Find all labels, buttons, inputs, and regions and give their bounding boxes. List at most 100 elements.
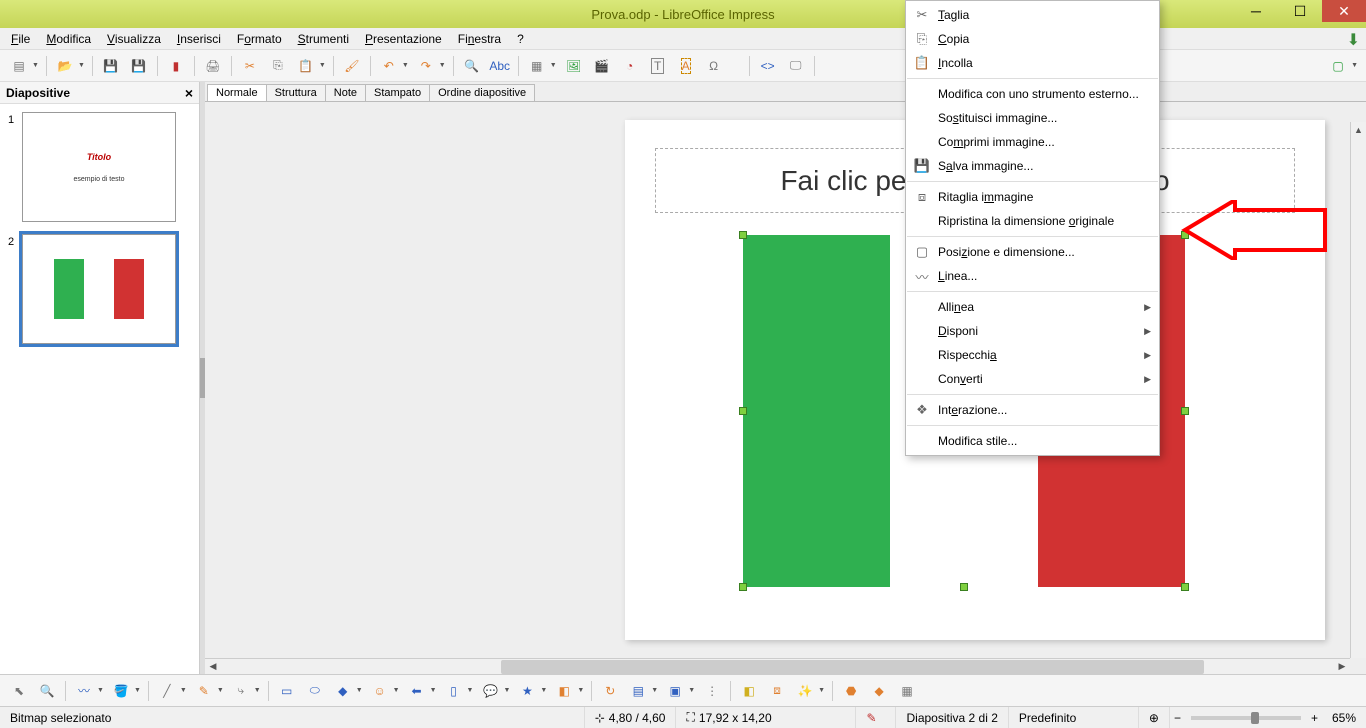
status-fit-button[interactable]: ⊕ [1139,707,1170,728]
ellipse-tool[interactable]: ⬭ [302,678,328,704]
menu-tools[interactable]: Strumenti [291,30,356,48]
ctx-mirror[interactable]: Rispecchia ▶ [906,343,1159,367]
chart-button[interactable]: ◔ [617,53,643,79]
resize-handle-tl[interactable] [739,231,747,239]
ctx-convert[interactable]: Converti ▶ [906,367,1159,391]
new-doc-button[interactable]: ▤ [6,53,32,79]
tab-handout[interactable]: Stampato [365,84,430,101]
ctx-crop-image[interactable]: ⧈ Ritaglia immagine [906,185,1159,209]
spellcheck-button[interactable]: Abc [487,53,513,79]
tab-notes[interactable]: Note [325,84,366,101]
callout-tool[interactable]: 💬 [477,678,503,704]
open-button[interactable]: 📂 [52,53,78,79]
display-button[interactable]: 🖵 [783,53,809,79]
crop-tool[interactable]: ⧈ [764,678,790,704]
ctx-paste[interactable]: 📋 Incolla [906,51,1159,75]
menu-help[interactable]: ? [510,30,531,48]
close-button[interactable]: ✕ [1322,0,1366,22]
ctx-replace-image[interactable]: Sostituisci immagine... [906,106,1159,130]
canvas[interactable]: Fai clic per aggiungere un titolo ▲ [205,102,1366,674]
maximize-button[interactable]: ☐ [1278,0,1322,22]
select-tool[interactable]: ⬉ [6,678,32,704]
menu-view[interactable]: Visualizza [100,30,168,48]
find-button[interactable]: 🔍 [459,53,485,79]
slide-panel-close[interactable]: × [185,85,193,101]
zoom-in-button[interactable]: + [1307,711,1322,725]
cut-button[interactable]: ✂ [237,53,263,79]
minimize-button[interactable]: ─ [1234,0,1278,22]
menu-window[interactable]: Finestra [451,30,508,48]
extrusion-tool[interactable]: ▦ [894,678,920,704]
arrow-shapes-tool[interactable]: ⬅ [404,678,430,704]
media-button[interactable]: 🎬 [589,53,615,79]
line-color-tool[interactable]: 〰 [71,678,97,704]
resize-handle-bl[interactable] [739,583,747,591]
glue-tool[interactable]: ◆ [866,678,892,704]
ctx-position-size[interactable]: ▢ Posizione e dimensione... [906,240,1159,264]
flowchart-tool[interactable]: ▯ [441,678,467,704]
image-button[interactable]: 🖼 [561,53,587,79]
ctx-arrange[interactable]: Disponi ▶ [906,319,1159,343]
table-button[interactable]: ▦ [524,53,550,79]
saveas-button[interactable]: 💾 [126,53,152,79]
tab-sorter[interactable]: Ordine diapositive [429,84,535,101]
star-tool[interactable]: ★ [514,678,540,704]
menu-presentation[interactable]: Presentazione [358,30,449,48]
undo-button[interactable]: ↶ [376,53,402,79]
tab-outline[interactable]: Struttura [266,84,326,101]
pdf-button[interactable]: ▮ [163,53,189,79]
symbol-shapes-tool[interactable]: ☺ [367,678,393,704]
zoom-out-button[interactable]: − [1170,707,1185,728]
basic-shapes-tool[interactable]: ◆ [330,678,356,704]
ctx-copy[interactable]: ⎘ Copia [906,27,1159,51]
special-char-button[interactable]: Ω [701,53,727,79]
menu-file[interactable]: File [4,30,37,48]
ctx-edit-style[interactable]: Modifica stile... [906,429,1159,453]
menu-insert[interactable]: Inserisci [170,30,228,48]
arrange-tool[interactable]: ▣ [662,678,688,704]
slide-thumb-1[interactable]: 1 Titolo esempio di testo [8,112,191,222]
zoom-level[interactable]: 65% [1322,707,1366,728]
rect-tool[interactable]: ▭ [274,678,300,704]
resize-handle-mr[interactable] [1181,407,1189,415]
ctx-original-size[interactable]: Ripristina la dimensione originale [906,209,1159,233]
horizontal-scrollbar[interactable]: ◀ ▶ [205,658,1350,674]
slide-layout-button[interactable]: ▢ [1325,53,1351,79]
paste-button[interactable]: 📋 [293,53,319,79]
ctx-compress-image[interactable]: Comprimi immagine... [906,130,1159,154]
ctx-cut[interactable]: ✂ Taglia [906,3,1159,27]
textbox-button[interactable]: T [645,53,671,79]
menu-format[interactable]: Formato [230,30,289,48]
save-button[interactable]: 💾 [98,53,124,79]
html-button[interactable]: <> [755,53,781,79]
ctx-align[interactable]: Allinea ▶ [906,295,1159,319]
distribute-tool[interactable]: ⋮ [699,678,725,704]
redo-button[interactable]: ↷ [413,53,439,79]
tab-normal[interactable]: Normale [207,84,267,101]
shadow-tool[interactable]: ◧ [736,678,762,704]
format-paint-button[interactable]: 🖌 [339,53,365,79]
rotate-tool[interactable]: ↻ [597,678,623,704]
fill-color-tool[interactable]: 🪣 [108,678,134,704]
slide-thumb-2[interactable]: 2 [8,234,191,344]
line-tool[interactable]: ╱ [154,678,180,704]
connector-tool[interactable]: ⤷ [228,678,254,704]
zoom-slider[interactable] [1191,716,1301,720]
align-tool[interactable]: ▤ [625,678,651,704]
menu-edit[interactable]: Modifica [39,30,98,48]
fontwork-button[interactable]: A [673,53,699,79]
resize-handle-bm[interactable] [960,583,968,591]
ctx-interaction[interactable]: ❖ Interazione... [906,398,1159,422]
points-tool[interactable]: ⬣ [838,678,864,704]
vertical-scrollbar[interactable]: ▲ [1350,122,1366,658]
print-button[interactable]: 🖨 [200,53,226,79]
curve-tool[interactable]: ✎ [191,678,217,704]
resize-handle-ml[interactable] [739,407,747,415]
filter-tool[interactable]: ✨ [792,678,818,704]
resize-handle-br[interactable] [1181,583,1189,591]
copy-button[interactable]: ⎘ [265,53,291,79]
zoom-tool[interactable]: 🔍 [34,678,60,704]
3d-tool[interactable]: ◧ [551,678,577,704]
ctx-line[interactable]: 〰 Linea... [906,264,1159,288]
ctx-edit-external[interactable]: Modifica con uno strumento esterno... [906,82,1159,106]
